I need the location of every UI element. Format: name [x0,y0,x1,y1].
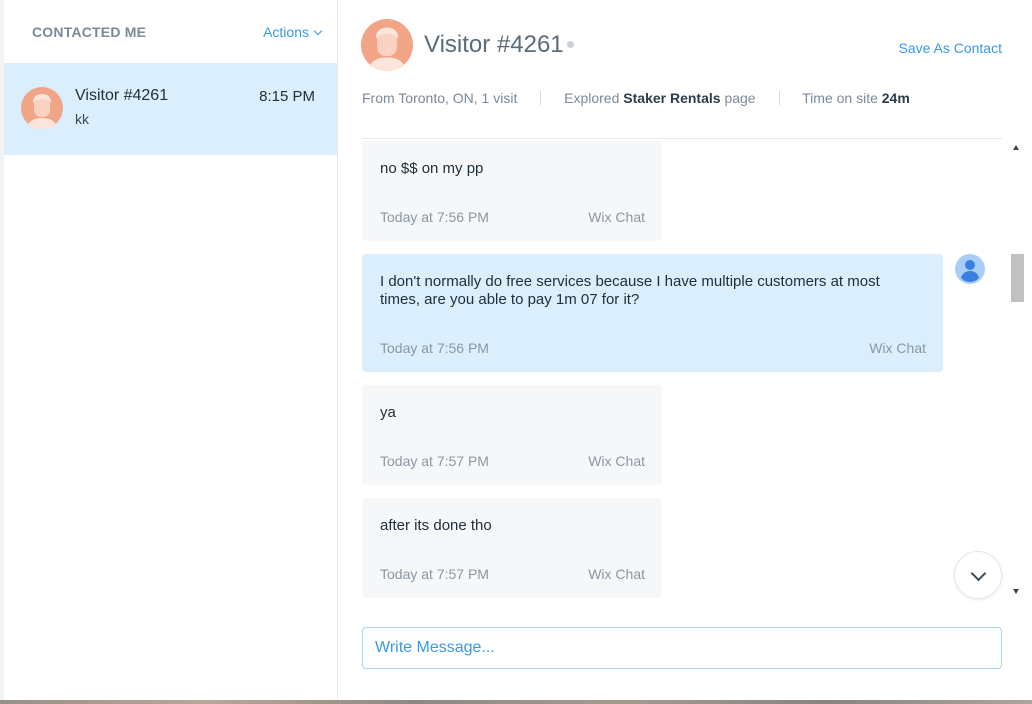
scrollbar-thumb[interactable] [1011,254,1024,302]
actions-label: Actions [263,24,309,40]
message-bubble: ya Today at 7:57 PM Wix Chat [362,385,662,485]
message-bubble: I don't normally do free services becaus… [362,254,943,372]
visitor-avatar-icon [361,19,413,71]
save-as-contact-button[interactable]: Save As Contact [898,40,1002,56]
message-text: after its done tho [380,517,492,534]
message-bubble: after its done tho Today at 7:57 PM Wix … [362,498,662,598]
explored-prefix: Explored [564,90,620,106]
conversation-preview: kk [75,111,89,127]
agent-avatar-icon [955,254,985,284]
scroll-up-arrow-icon[interactable] [1013,145,1019,150]
visitor-avatar-icon [21,87,63,129]
message-source: Wix Chat [588,209,645,225]
conversation-list-header: CONTACTED ME Actions [4,0,337,64]
conversation-list-panel: CONTACTED ME Actions Visitor #4261 8:15 … [0,0,338,704]
online-status-dot [567,41,574,48]
visitor-meta: From Toronto, ON, 1 visit Explored Stake… [362,90,910,106]
message-source: Wix Chat [588,453,645,469]
actions-dropdown[interactable]: Actions [263,24,323,40]
explored-page: Staker Rentals [623,90,721,106]
time-on-site-value: 24m [881,90,910,106]
message-text: ya [380,404,396,421]
conversation-name: Visitor #4261 [75,87,169,104]
message-input[interactable] [362,627,1002,669]
message-scrollbar[interactable] [1008,139,1028,601]
time-on-site-label: Time on site [802,90,878,106]
meta-separator [540,91,542,105]
scroll-to-bottom-button[interactable] [954,551,1002,599]
explored-suffix: page [724,90,756,106]
header-divider [362,138,1002,139]
visitor-location: From Toronto, ON, 1 visit [362,90,518,106]
message-timestamp: Today at 7:57 PM [380,566,489,582]
meta-separator [778,91,780,105]
visitor-name-title: Visitor #4261 [424,31,564,58]
message-timestamp: Today at 7:56 PM [380,340,489,356]
message-timestamp: Today at 7:56 PM [380,209,489,225]
message-text: I don't normally do free services becaus… [380,273,880,308]
chevron-down-icon [970,565,987,582]
list-title: CONTACTED ME [32,24,147,40]
message-source: Wix Chat [588,566,645,582]
conversation-item[interactable]: Visitor #4261 8:15 PM kk [4,64,337,155]
message-timestamp: Today at 7:57 PM [380,453,489,469]
message-source: Wix Chat [869,340,926,356]
scroll-down-arrow-icon[interactable] [1013,589,1019,594]
window-bottom-edge [0,700,1032,704]
message-bubble: no $$ on my pp Today at 7:56 PM Wix Chat [362,141,662,241]
conversation-time: 8:15 PM [259,88,315,105]
chevron-down-icon [313,26,323,36]
message-text: no $$ on my pp [380,160,484,177]
